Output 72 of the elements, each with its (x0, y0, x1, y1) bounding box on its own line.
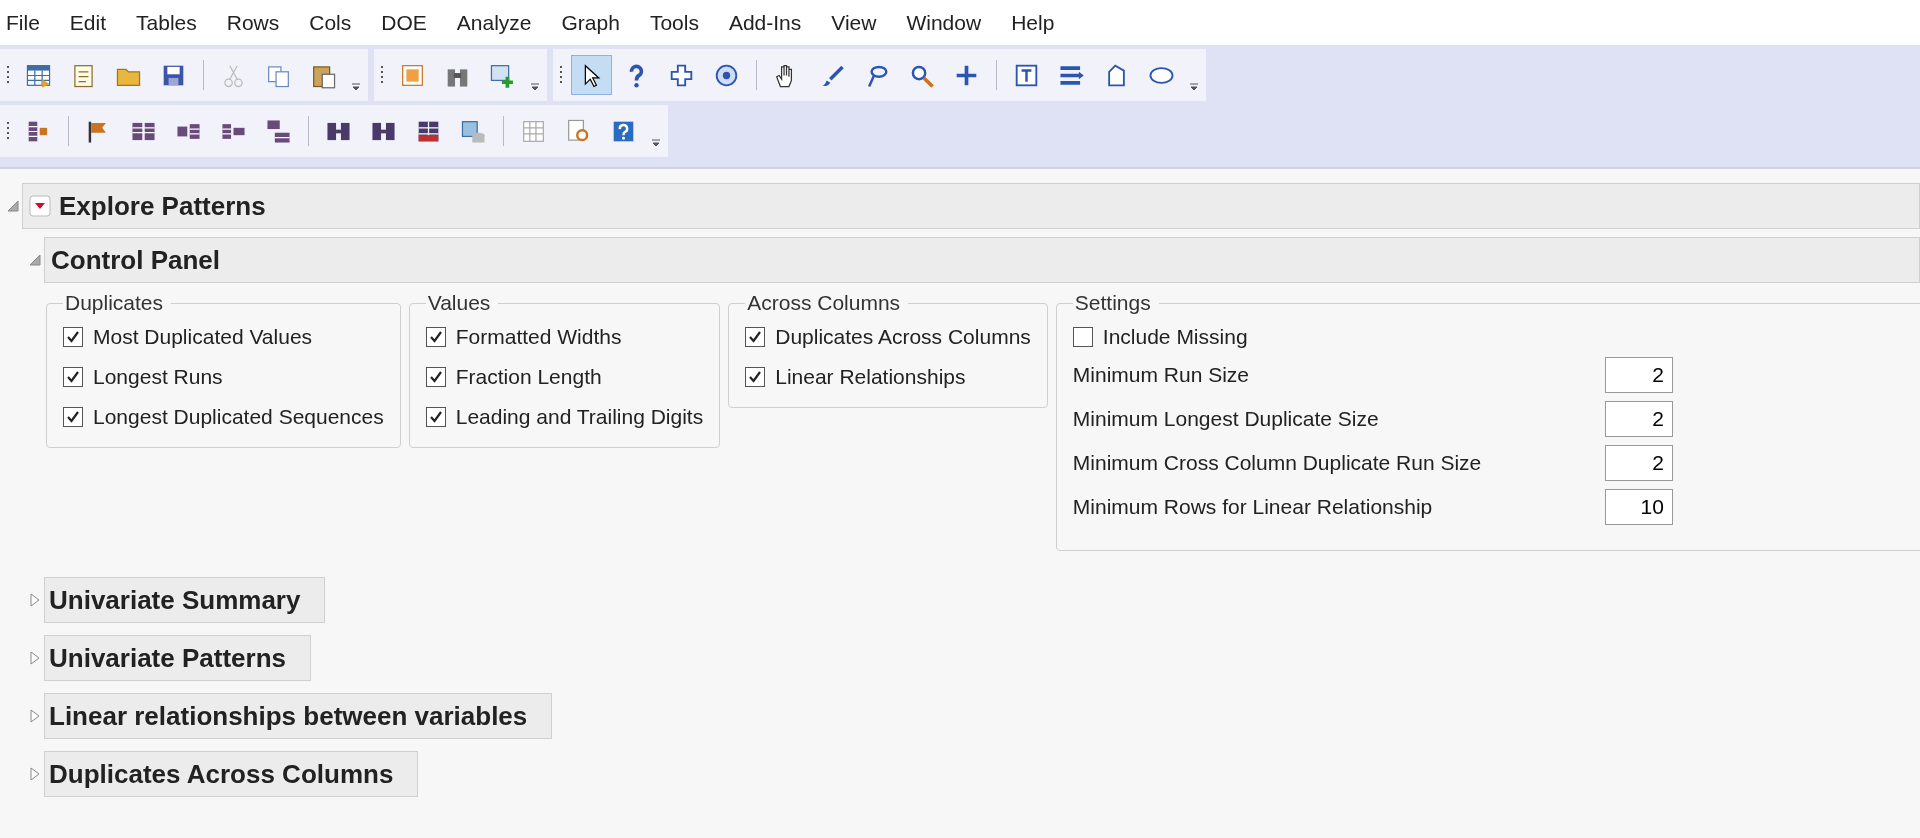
menu-item[interactable]: Edit (69, 10, 107, 35)
number-field[interactable]: 2 (1604, 357, 1673, 393)
section-header[interactable]: Linear relationships between variables (44, 693, 553, 739)
section-header[interactable]: Duplicates Across Columns (44, 751, 419, 797)
section-header[interactable]: Univariate Patterns (44, 635, 311, 681)
overflow-chevron-icon[interactable] (652, 139, 660, 147)
menu-item[interactable]: Graph (561, 10, 620, 35)
disclosure-triangle-icon[interactable] (28, 767, 42, 781)
menu-item[interactable]: DOE (381, 10, 427, 35)
checkbox-label: Most Duplicated Values (93, 325, 313, 349)
field-label: Minimum Rows for Linear Relationship (1072, 495, 1433, 519)
checkbox[interactable] (63, 327, 83, 347)
menu-item[interactable]: Rows (226, 10, 280, 35)
stack-icon (265, 117, 292, 145)
number-field[interactable]: 10 (1604, 489, 1673, 525)
checkbox[interactable] (1072, 327, 1093, 347)
section-title: Linear relationships between variables (49, 700, 528, 732)
checkbox-label: Include Missing (1102, 325, 1248, 349)
checkbox[interactable] (745, 327, 766, 347)
checkbox-label: Formatted Widths (455, 325, 622, 349)
dropdown-menu-icon[interactable] (29, 195, 51, 217)
field-label: Minimum Run Size (1072, 363, 1250, 387)
checkbox[interactable] (425, 367, 446, 387)
checkbox-label: Longest Runs (93, 365, 223, 389)
checkbox-label: Leading and Trailing Digits (455, 405, 704, 429)
section-title: Duplicates Across Columns (49, 758, 394, 790)
checkbox[interactable] (63, 407, 83, 427)
menu-item[interactable]: Add-Ins (728, 10, 802, 35)
section-title: Univariate Patterns (49, 642, 286, 674)
checkbox[interactable] (745, 367, 766, 387)
disclosure-triangle-icon[interactable] (28, 651, 42, 665)
disclosure-triangle-icon[interactable] (28, 593, 42, 607)
group-title: Duplicates (64, 291, 165, 315)
checkbox[interactable] (425, 407, 446, 427)
pointer-tool-button[interactable] (571, 55, 612, 95)
group-title: Settings (1073, 291, 1152, 315)
menu-item[interactable]: View (831, 10, 877, 35)
section-header[interactable]: Univariate Summary (44, 577, 326, 623)
section-title: Univariate Summary (49, 584, 301, 616)
overflow-chevron-icon[interactable] (1190, 83, 1198, 91)
menu-item[interactable]: Tools (649, 10, 699, 35)
checkbox-label: Duplicates Across Columns (775, 325, 1031, 349)
menu-item[interactable]: Analyze (456, 10, 532, 35)
checkbox-label: Linear Relationships (775, 365, 966, 389)
disclosure-triangle-icon[interactable] (28, 253, 42, 267)
overflow-chevron-icon[interactable] (352, 83, 360, 91)
checkbox[interactable] (63, 367, 83, 387)
checkbox-label: Longest Duplicated Sequences (93, 405, 384, 429)
toolbar-grip-icon[interactable] (6, 120, 10, 142)
panel-title: Control Panel (51, 244, 220, 276)
group-title: Values (426, 291, 492, 315)
toolbar-grip-icon[interactable] (380, 64, 384, 86)
disclosure-triangle-icon[interactable] (28, 709, 42, 723)
field-label: Minimum Longest Duplicate Size (1072, 407, 1379, 431)
disclosure-triangle-icon[interactable] (6, 199, 20, 213)
menu-item[interactable]: Tables (136, 10, 197, 35)
toolbar-grip-icon[interactable] (559, 64, 563, 86)
number-field[interactable]: 2 (1604, 401, 1673, 437)
checkbox[interactable] (425, 327, 446, 347)
field-label: Minimum Cross Column Duplicate Run Size (1072, 451, 1482, 475)
report-title: Explore Patterns (59, 190, 266, 222)
toolbar-grip-icon[interactable] (6, 64, 10, 86)
panel-header[interactable]: Control Panel (44, 237, 1920, 283)
menu-item[interactable]: Window (906, 10, 982, 35)
group-title: Across Columns (746, 291, 902, 315)
menu-item[interactable]: File (6, 10, 40, 35)
report-header[interactable]: Explore Patterns (22, 183, 1920, 229)
checkbox-label: Fraction Length (455, 365, 602, 389)
menu-item[interactable]: Cols (309, 10, 352, 35)
overflow-chevron-icon[interactable] (531, 83, 539, 91)
menu-item[interactable]: Help (1011, 10, 1055, 35)
number-field[interactable]: 2 (1604, 445, 1673, 481)
